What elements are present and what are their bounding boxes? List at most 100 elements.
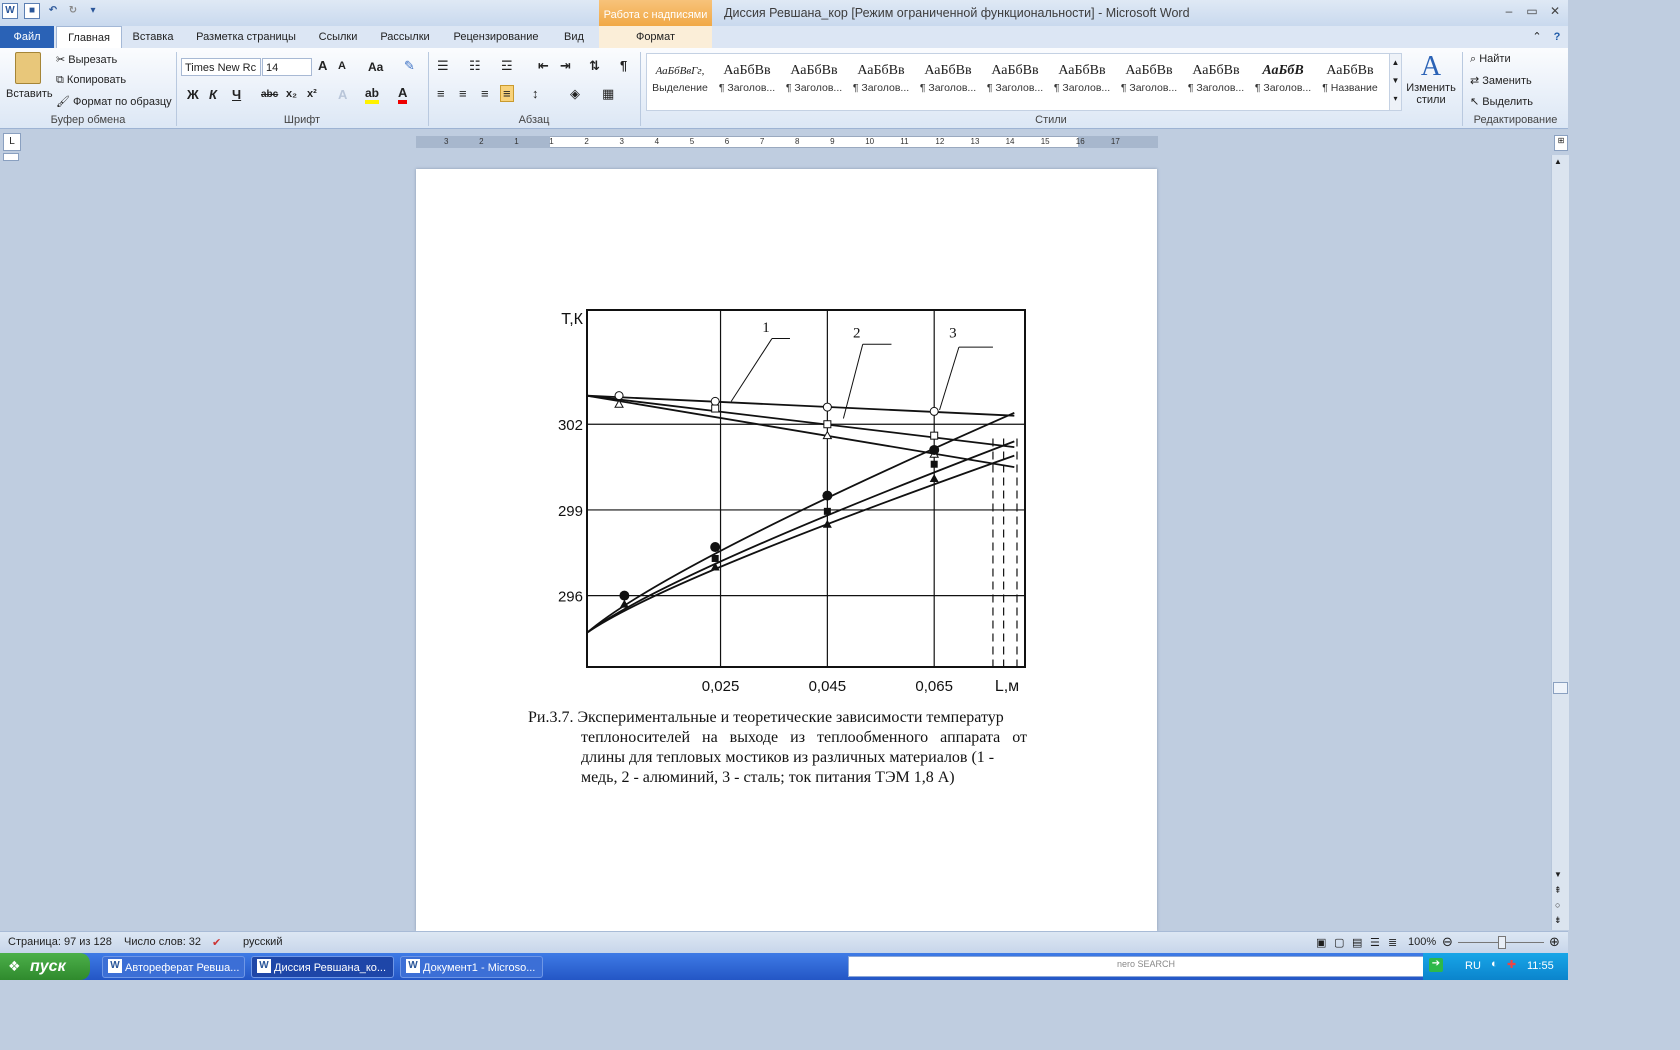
tab-view[interactable]: Вид (552, 26, 596, 48)
strikethrough-icon[interactable]: abc (261, 89, 278, 100)
tab-format[interactable]: Формат (599, 26, 712, 48)
save-icon[interactable]: ■ (24, 3, 40, 19)
bold-icon[interactable]: Ж (187, 87, 199, 102)
style-tile[interactable]: АаБбВв ¶ Заголов... (1050, 60, 1114, 104)
align-right-icon[interactable]: ≡ (481, 86, 489, 101)
font-name-combo[interactable]: Times New Rc (181, 58, 261, 76)
select-button[interactable]: ↖ Выделить (1470, 95, 1533, 108)
pilcrow-icon[interactable]: ¶ (620, 58, 627, 73)
zoom-level[interactable]: 100% (1408, 936, 1436, 948)
text-effects-icon[interactable]: A (338, 87, 347, 102)
minimize-ribbon-icon[interactable]: ⌃ (1528, 26, 1546, 48)
subscript-icon[interactable]: x₂ (286, 88, 297, 100)
taskbar-item[interactable]: Автореферат Ревша... (102, 956, 245, 978)
scroll-down-icon[interactable]: ▼ (1554, 870, 1562, 879)
superscript-icon[interactable]: x² (307, 88, 317, 100)
numbering-icon[interactable]: ☷ (469, 58, 481, 74)
minimize-icon[interactable]: – (1500, 4, 1518, 20)
antivirus-tray-icon[interactable]: ✚ (1507, 958, 1516, 971)
style-tile[interactable]: АаБбВ ¶ Заголов... (1251, 60, 1315, 104)
gallery-scroll[interactable]: ▲ ▼ ▾ (1389, 53, 1402, 111)
view-ruler-icon[interactable]: ⊞ (1554, 135, 1568, 151)
find-button[interactable]: ⌕ Найти (1470, 53, 1511, 66)
zoom-thumb[interactable] (1498, 936, 1506, 949)
align-left-icon[interactable]: ≡ (437, 86, 445, 101)
style-tile[interactable]: АаБбВв ¶ Заголов... (1184, 60, 1248, 104)
scroll-thumb[interactable] (1553, 682, 1568, 694)
close-icon[interactable]: ✕ (1546, 4, 1564, 20)
change-styles-button[interactable]: A Изменить стили (1404, 52, 1458, 107)
increase-indent-icon[interactable]: ⇥ (560, 58, 571, 74)
italic-icon[interactable]: К (209, 87, 217, 102)
reading-layout-icon[interactable]: ▢ (1334, 936, 1344, 949)
style-tile[interactable]: АаБбВв ¶ Заголов... (1117, 60, 1181, 104)
tab-insert[interactable]: Вставка (122, 26, 184, 48)
tab-selector-icon[interactable]: L (3, 133, 21, 151)
paste-button[interactable]: Вставить (6, 52, 53, 100)
scroll-up-icon[interactable]: ▲ (1554, 157, 1562, 166)
copy-button[interactable]: ⧉ Копировать (56, 74, 126, 87)
style-tile[interactable]: АаБбВв ¶ Заголов... (983, 60, 1047, 104)
replace-button[interactable]: ⇄ Заменить (1470, 74, 1532, 87)
format-painter-button[interactable]: 🖌 Формат по образцу (56, 95, 172, 108)
outline-icon[interactable]: ☰ (1370, 936, 1380, 949)
change-case-icon[interactable]: Aa (368, 60, 383, 74)
highlight-icon[interactable]: ab (365, 86, 380, 104)
line-spacing-icon[interactable]: ↕ (532, 86, 539, 101)
tab-mailings[interactable]: Рассылки (370, 26, 440, 48)
vertical-ruler[interactable] (3, 153, 19, 161)
prev-page-icon[interactable]: ⇞ (1554, 885, 1562, 896)
bullets-icon[interactable]: ☰ (437, 58, 449, 74)
tab-page-layout[interactable]: Разметка страницы (186, 26, 306, 48)
help-icon[interactable]: ? (1548, 26, 1566, 48)
style-tile[interactable]: АаБбВвГг, Выделение (648, 60, 712, 104)
zoom-out-icon[interactable]: ⊖ (1442, 934, 1453, 950)
style-tile[interactable]: АаБбВв ¶ Название (1318, 60, 1382, 104)
tab-home[interactable]: Главная (56, 26, 122, 50)
word-count[interactable]: Число слов: 32 (124, 936, 201, 948)
nero-search-field[interactable]: nero SEARCH (848, 956, 1424, 977)
nero-arrow-icon[interactable]: ➔ (1429, 958, 1443, 972)
browse-object-icon[interactable]: ○ (1555, 900, 1560, 910)
draft-icon[interactable]: ≣ (1388, 936, 1397, 949)
print-layout-icon[interactable]: ▣ (1316, 936, 1326, 949)
taskbar-item[interactable]: Диссия Ревшана_ко... (251, 956, 394, 978)
undo-icon[interactable]: ↶ (46, 4, 60, 18)
multilevel-list-icon[interactable]: ☲ (501, 58, 513, 74)
proofing-icon[interactable]: ✔ (212, 936, 221, 949)
borders-icon[interactable]: ▦ (602, 86, 614, 102)
web-layout-icon[interactable]: ▤ (1352, 936, 1362, 949)
font-size-combo[interactable]: 14 (262, 58, 312, 76)
taskbar-item[interactable]: Документ1 - Microso... (400, 956, 543, 978)
language-tray[interactable]: RU (1465, 960, 1481, 972)
word-icon[interactable]: W (2, 3, 18, 19)
shrink-font-icon[interactable]: A (338, 60, 346, 72)
decrease-indent-icon[interactable]: ⇤ (538, 58, 549, 74)
underline-icon[interactable]: Ч (232, 87, 241, 102)
style-tile[interactable]: АаБбВв ¶ Заголов... (916, 60, 980, 104)
font-color-icon[interactable]: A (398, 85, 408, 104)
language-indicator[interactable]: русский (243, 936, 282, 948)
zoom-in-icon[interactable]: ⊕ (1549, 934, 1560, 950)
tab-references[interactable]: Ссылки (308, 26, 368, 48)
maximize-icon[interactable]: ▭ (1523, 4, 1541, 20)
redo-icon[interactable]: ↻ (66, 4, 80, 18)
tab-review[interactable]: Рецензирование (442, 26, 550, 48)
vertical-scrollbar[interactable]: ▲ ▼ ⇞ ○ ⇟ (1551, 155, 1569, 930)
page-count[interactable]: Страница: 97 из 128 (8, 936, 112, 948)
sort-icon[interactable]: ⇅ (589, 58, 600, 74)
tab-file[interactable]: Файл (0, 26, 54, 48)
style-tile[interactable]: АаБбВв ¶ Заголов... (715, 60, 779, 104)
shading-icon[interactable]: ◈ (570, 86, 580, 102)
clear-format-icon[interactable]: ✎ (404, 58, 415, 74)
style-tile[interactable]: АаБбВв ¶ Заголов... (782, 60, 846, 104)
justify-icon[interactable]: ≡ (500, 85, 514, 102)
cut-button[interactable]: ✂ Вырезать (56, 53, 117, 66)
help-tray-icon[interactable]: ◐ (1491, 958, 1498, 970)
align-center-icon[interactable]: ≡ (459, 86, 467, 101)
next-page-icon[interactable]: ⇟ (1554, 915, 1562, 926)
grow-font-icon[interactable]: A (318, 58, 327, 73)
style-tile[interactable]: АаБбВв ¶ Заголов... (849, 60, 913, 104)
customize-qat-icon[interactable]: ▾ (86, 4, 100, 18)
temperature-chart[interactable]: 302 299 296 0,025 0,045 0,065 Т,К L,м 1 2 3 (540, 300, 1040, 695)
